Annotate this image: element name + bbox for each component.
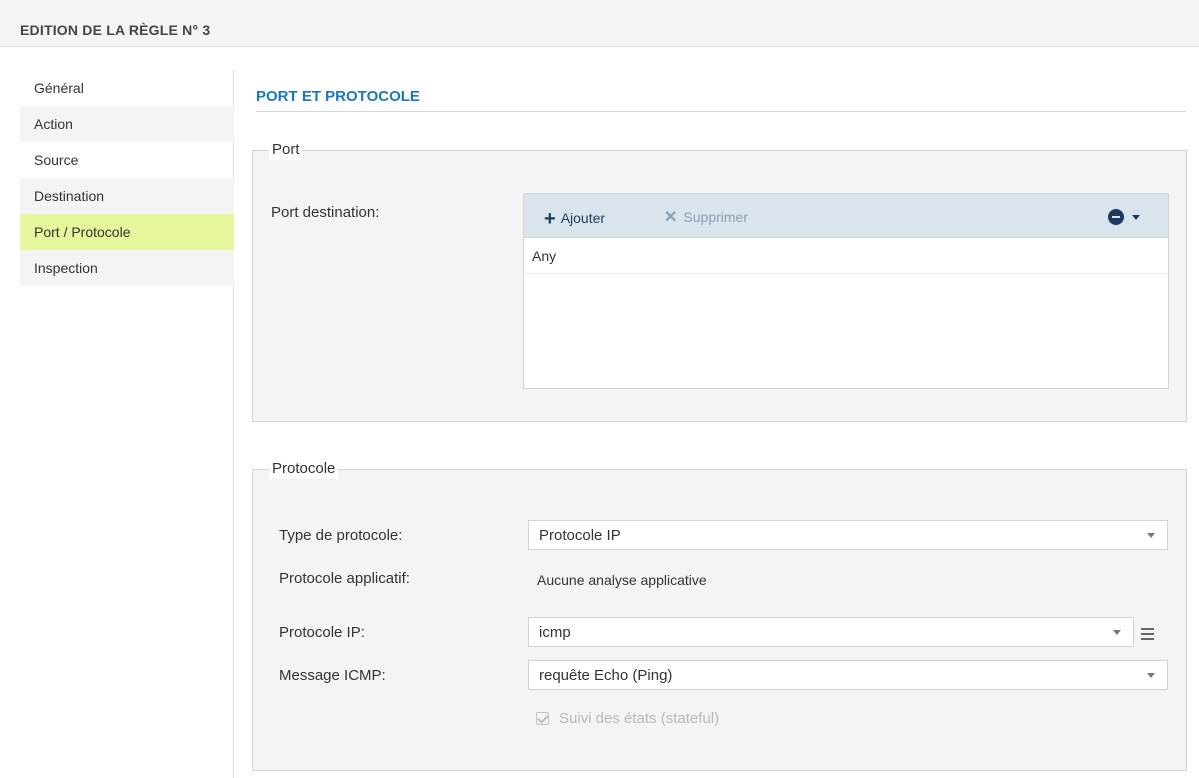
- protocol-type-value: Protocole IP: [539, 527, 621, 544]
- app-protocol-value: Aucune analyse applicative: [537, 572, 707, 588]
- grid-options-menu[interactable]: [1108, 208, 1152, 226]
- cross-icon: ✕: [664, 209, 678, 226]
- grid-toolbar: + Ajouter ✕ Supprimer: [524, 194, 1168, 238]
- protocol-type-label: Type de protocole:: [279, 527, 403, 544]
- port-fieldset: Port Port destination: + Ajouter ✕ Supprim…: [252, 140, 1187, 422]
- section-divider: [256, 111, 1186, 112]
- plus-icon: +: [544, 208, 556, 230]
- icmp-message-value: requête Echo (Ping): [539, 667, 673, 684]
- port-destination-label: Port destination:: [271, 204, 380, 221]
- protocol-type-select[interactable]: Protocole IP: [528, 520, 1168, 550]
- icmp-message-label: Message ICMP:: [279, 667, 386, 684]
- ip-protocol-value: icmp: [539, 624, 571, 641]
- sidebar-item-inspection[interactable]: Inspection: [20, 250, 234, 286]
- list-icon[interactable]: [1137, 622, 1159, 646]
- sidebar-item-port-protocole[interactable]: Port / Protocole: [20, 214, 234, 250]
- minus-circle-icon: [1108, 209, 1124, 225]
- delete-button[interactable]: ✕ Supprimer: [664, 207, 748, 227]
- section-title: PORT ET PROTOCOLE: [256, 88, 420, 105]
- stateful-label: Suivi des états (stateful): [559, 709, 720, 727]
- grid-row[interactable]: Any: [524, 238, 1168, 274]
- app-protocol-label: Protocole applicatif:: [279, 570, 410, 587]
- sidebar-item-destination[interactable]: Destination: [20, 178, 234, 214]
- protocol-legend: Protocole: [269, 459, 339, 479]
- chevron-down-icon: [1147, 533, 1155, 538]
- sidebar-item-general[interactable]: Général: [20, 70, 234, 106]
- ip-protocol-label: Protocole IP:: [279, 624, 365, 641]
- port-destination-grid: + Ajouter ✕ Supprimer Any: [523, 193, 1169, 389]
- sidebar-item-action[interactable]: Action: [20, 106, 234, 142]
- icmp-message-select[interactable]: requête Echo (Ping): [528, 660, 1168, 690]
- add-button[interactable]: + Ajouter: [544, 206, 606, 230]
- caret-down-icon: [1132, 215, 1140, 220]
- sidebar-item-source[interactable]: Source: [20, 142, 234, 178]
- delete-button-label: Supprimer: [683, 209, 748, 225]
- add-button-label: Ajouter: [560, 210, 606, 226]
- page-title: EDITION DE LA RÈGLE N° 3: [20, 22, 211, 38]
- chevron-down-icon: [1113, 630, 1121, 635]
- title-bar: EDITION DE LA RÈGLE N° 3: [0, 0, 1199, 47]
- ip-protocol-select[interactable]: icmp: [528, 617, 1134, 647]
- stateful-checkbox[interactable]: Suivi des états (stateful): [536, 709, 719, 727]
- sidebar: Général Action Source Destination Port /…: [20, 70, 234, 778]
- port-legend: Port: [269, 140, 303, 160]
- checkbox-icon: [536, 711, 549, 725]
- chevron-down-icon: [1147, 673, 1155, 678]
